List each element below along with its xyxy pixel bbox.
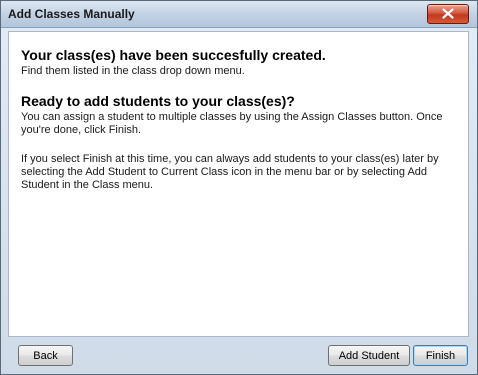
dialog-window: Add Classes Manually Your class(es) have… (0, 0, 478, 375)
dialog-title: Add Classes Manually (8, 7, 135, 21)
back-button[interactable]: Back (18, 345, 73, 366)
close-button[interactable] (427, 4, 469, 24)
ready-text: You can assign a student to multiple cla… (21, 111, 443, 136)
success-text: Find them listed in the class drop down … (21, 65, 245, 77)
close-icon (442, 8, 454, 19)
finish-info-text: If you select Finish at this time, you c… (21, 153, 439, 191)
success-heading: Your class(es) have been succesfully cre… (21, 47, 326, 63)
title-bar[interactable]: Add Classes Manually (1, 1, 477, 28)
ready-heading: Ready to add students to your class(es)? (21, 93, 295, 109)
finish-button[interactable]: Finish (413, 345, 468, 366)
content-panel: Your class(es) have been succesfully cre… (8, 31, 469, 337)
add-student-button[interactable]: Add Student (328, 345, 410, 366)
